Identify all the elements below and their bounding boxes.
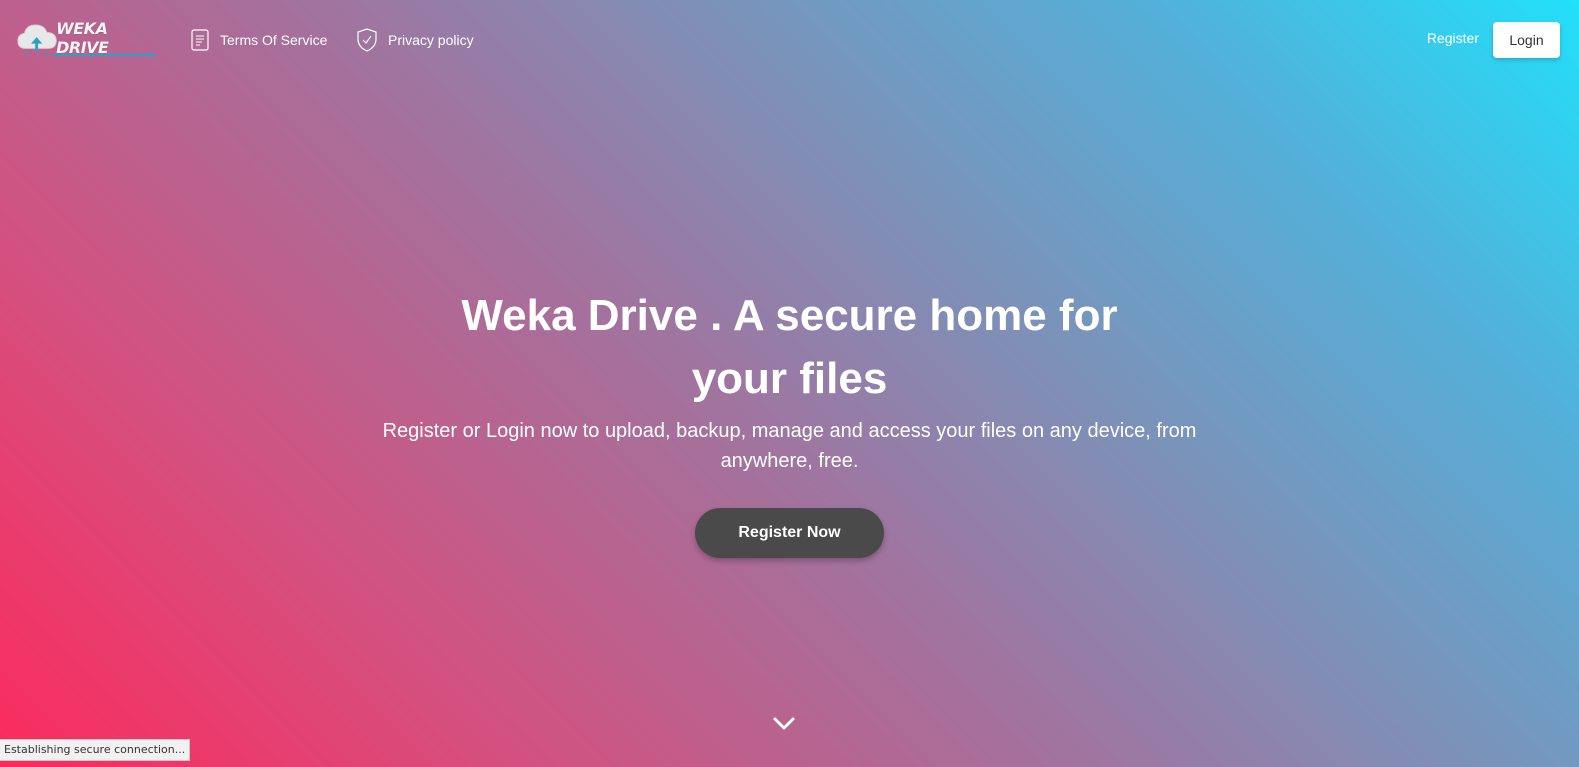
document-icon: [191, 29, 209, 51]
logo[interactable]: WEKA DRIVE: [16, 18, 158, 60]
browser-status-bar: Establishing secure connection...: [0, 739, 191, 761]
navbar: WEKA DRIVE Terms Of Service Privacy poli…: [0, 0, 1579, 80]
nav-link-terms-label: Terms Of Service: [220, 32, 328, 48]
chevron-down-icon[interactable]: [772, 712, 796, 736]
register-now-button[interactable]: Register Now: [695, 508, 884, 558]
nav-link-privacy-label: Privacy policy: [388, 32, 474, 48]
hero-section: Weka Drive . A secure home for your file…: [0, 284, 1579, 558]
nav-register-link[interactable]: Register: [1427, 30, 1479, 46]
cloud-upload-icon: [17, 24, 57, 56]
login-button[interactable]: Login: [1493, 22, 1560, 58]
shield-check-icon: [357, 28, 377, 52]
hero-title: Weka Drive . A secure home for your file…: [461, 291, 1118, 403]
nav-link-privacy-policy[interactable]: Privacy policy: [356, 26, 474, 54]
logo-underline: [52, 54, 156, 56]
logo-text: WEKA DRIVE: [56, 19, 109, 57]
hero-subtitle: Register or Login now to upload, backup,…: [382, 420, 1197, 472]
nav-link-terms-of-service[interactable]: Terms Of Service: [190, 26, 327, 54]
